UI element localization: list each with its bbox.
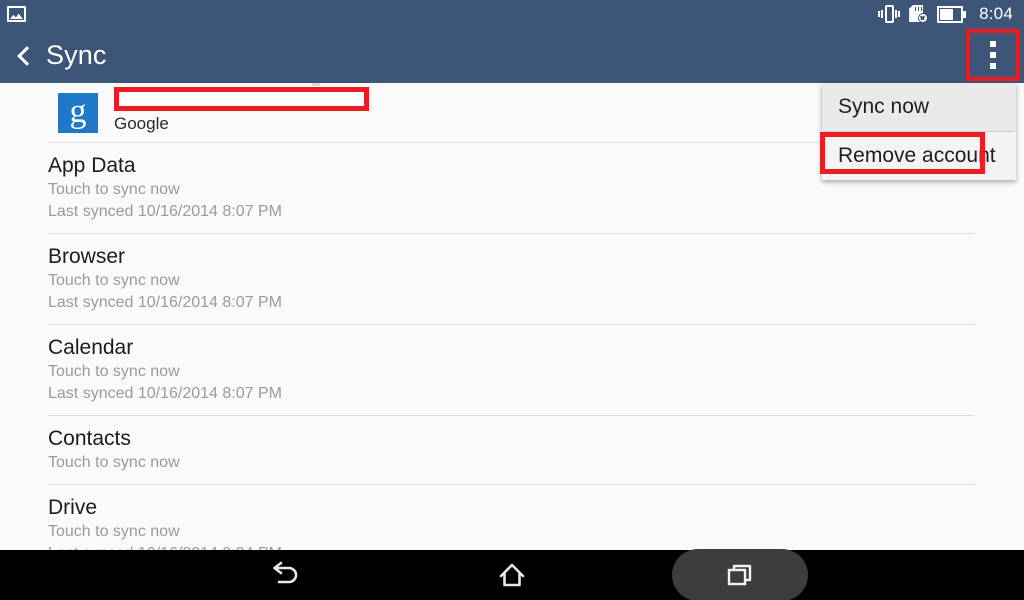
sync-item-action: Touch to sync now	[48, 181, 180, 198]
page-title: Sync	[46, 40, 107, 70]
recents-nav-icon	[727, 564, 752, 586]
sync-item-last-synced: Last synced 10/16/2014 8:07 PM	[48, 385, 282, 402]
home-nav-button[interactable]	[444, 550, 580, 600]
sync-item-title: Drive	[48, 496, 98, 519]
account-texts: Google	[114, 87, 369, 136]
menu-item-remove-account[interactable]: Remove account	[822, 132, 1016, 180]
status-bar-clock: 8:04	[979, 4, 1013, 23]
battery-icon	[937, 5, 967, 23]
chevron-left-icon	[16, 45, 37, 66]
overflow-dot	[990, 63, 996, 69]
action-bar: Sync	[0, 28, 1024, 83]
sync-item-action: Touch to sync now	[48, 523, 180, 540]
status-bar-system-icons: 8:04	[878, 4, 1013, 24]
overflow-menu-button[interactable]	[966, 29, 1020, 81]
screenshot-icon	[7, 6, 26, 22]
sync-item-last-synced: Last synced 10/16/2014 9:24 PM	[48, 543, 1024, 550]
sync-item-last-synced: Last synced 10/16/2014 8:07 PM	[48, 203, 282, 220]
sync-item-title: Browser	[48, 245, 126, 268]
google-logo-icon: g	[58, 92, 98, 133]
sync-item-action: Touch to sync now	[48, 272, 180, 289]
back-nav-button[interactable]	[216, 550, 352, 600]
account-provider-label: Google	[114, 114, 169, 133]
account-email-redacted	[114, 87, 369, 111]
back-button[interactable]	[0, 28, 44, 83]
recents-nav-button[interactable]	[672, 550, 808, 600]
status-bar-notifications	[7, 6, 26, 22]
sync-item-title: Contacts	[48, 427, 131, 450]
sync-item-action: Touch to sync now	[48, 363, 180, 380]
sync-item-last-synced: Last synced 10/16/2014 8:07 PM	[48, 294, 282, 311]
overflow-popup-menu[interactable]: Sync now Remove account	[822, 83, 1016, 180]
vibrate-icon	[878, 5, 901, 23]
sync-item-action: Touch to sync now	[48, 454, 180, 471]
overflow-dot	[990, 41, 996, 47]
list-item[interactable]: Drive Touch to sync now Last synced 10/1…	[0, 485, 1024, 550]
navigation-bar	[0, 550, 1024, 600]
back-nav-icon	[273, 561, 298, 584]
overflow-dot	[990, 52, 996, 58]
android-sync-settings-screen: 8:04 Sync g Google App Data Touch to syn…	[0, 0, 1024, 600]
sdcard-error-icon	[909, 5, 929, 23]
list-item[interactable]: Calendar Touch to sync now Last synced 1…	[0, 325, 1024, 415]
sync-item-title: Calendar	[48, 336, 134, 359]
list-item[interactable]: Browser Touch to sync now Last synced 10…	[0, 234, 1024, 324]
home-nav-icon	[499, 563, 525, 587]
menu-item-sync-now[interactable]: Sync now	[822, 83, 1016, 131]
list-item[interactable]: Contacts Touch to sync now	[0, 416, 1024, 484]
status-bar: 8:04	[0, 0, 1024, 28]
